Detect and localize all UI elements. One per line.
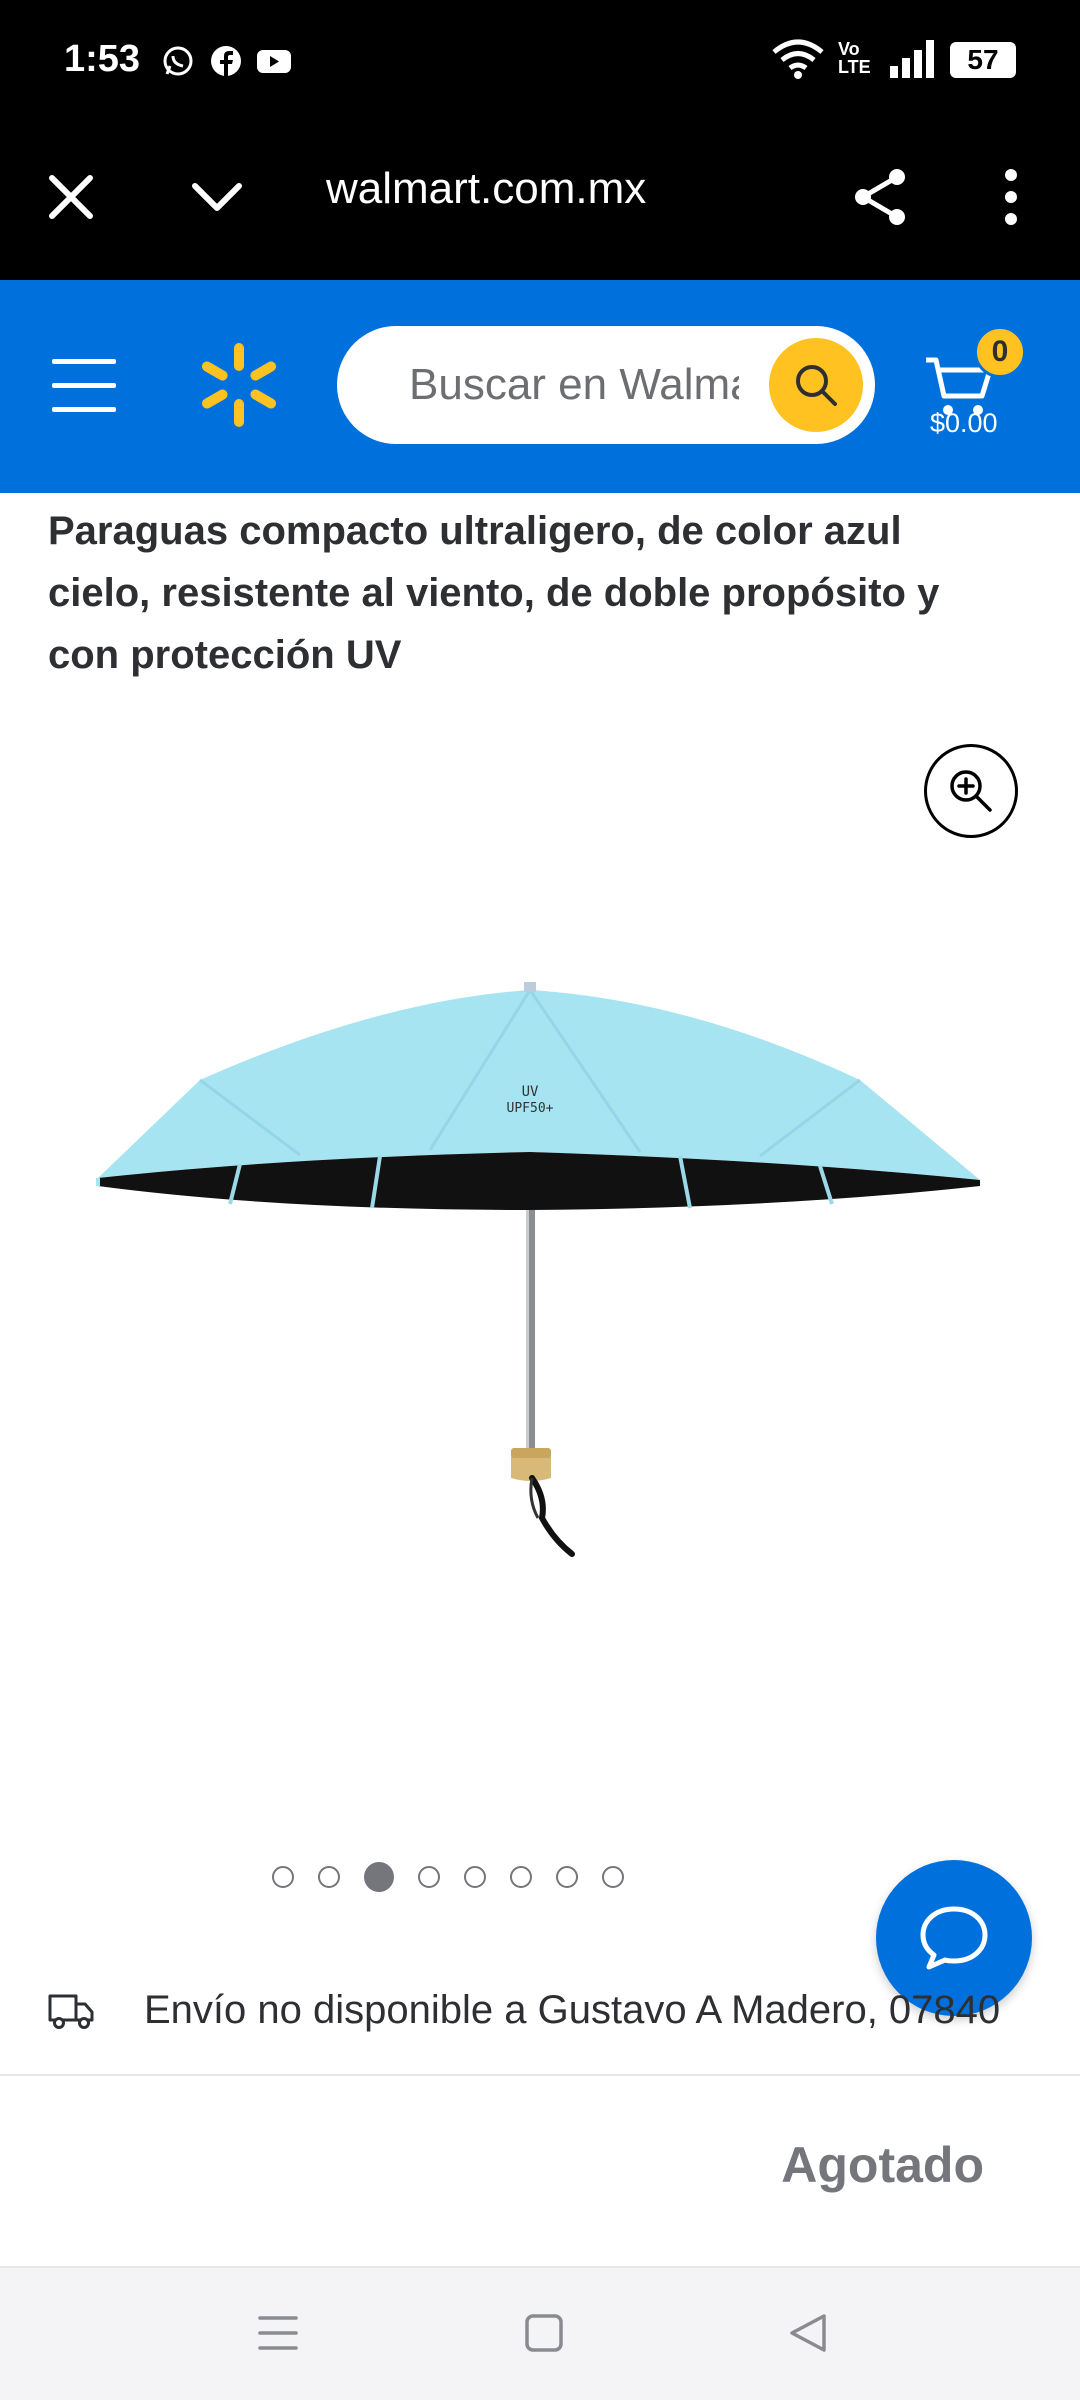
search-icon: [796, 365, 837, 406]
share-icon: [855, 169, 905, 225]
out-of-stock-label: Agotado: [781, 2137, 984, 2193]
walmart-header: Buscar en Walmart 0 $0.00: [0, 280, 1080, 493]
walmart-spark-logo[interactable]: [196, 342, 282, 428]
back-icon[interactable]: [780, 2308, 840, 2358]
cart-total: $0.00: [930, 408, 998, 438]
youtube-icon: [257, 50, 291, 73]
close-icon: [49, 175, 93, 219]
battery-icon: 57: [950, 42, 1016, 78]
carousel-dot[interactable]: [510, 1866, 532, 1888]
zoom-in-icon: [950, 770, 992, 812]
whatsapp-icon: [163, 46, 193, 76]
menu-icon[interactable]: [48, 355, 120, 415]
search-field[interactable]: Buscar en Walmart: [337, 326, 875, 444]
minimize-button[interactable]: [182, 162, 252, 232]
carousel-dot[interactable]: [556, 1866, 578, 1888]
more-options-button[interactable]: [976, 162, 1046, 232]
signal-icon: [890, 40, 934, 78]
product-image-umbrella[interactable]: UV UPF50+: [80, 960, 1000, 1640]
truck-icon: [48, 1994, 94, 2029]
share-button[interactable]: [846, 162, 916, 232]
browser-toolbar: walmart.com.mx: [0, 122, 1080, 280]
carousel-dot[interactable]: [318, 1866, 340, 1888]
search-input[interactable]: Buscar en Walmart: [409, 360, 739, 410]
svg-text:UPF50+: UPF50+: [507, 1101, 554, 1116]
search-button[interactable]: [769, 338, 863, 432]
umbrella-logo-text: UV: [522, 1084, 539, 1100]
recent-apps-icon[interactable]: [248, 2308, 308, 2358]
zoom-button[interactable]: [924, 744, 1018, 838]
close-tab-button[interactable]: [36, 162, 106, 232]
system-navigation-bar: [0, 2268, 1080, 2400]
image-carousel-indicator: [272, 1860, 648, 1894]
product-title: Paraguas compacto ultraligero, de color …: [48, 509, 940, 677]
carousel-dot[interactable]: [272, 1866, 294, 1888]
more-vert-icon: [1005, 169, 1017, 225]
wifi-icon: [772, 39, 824, 79]
status-time: 1:53: [64, 38, 141, 80]
chat-bubble-icon: [920, 1906, 988, 1970]
carousel-dot[interactable]: [602, 1866, 624, 1888]
cart-button[interactable]: 0 $0.00: [924, 326, 1044, 456]
shipping-text: Envío no disponible a Gustavo A Madero, …: [144, 1988, 1001, 2032]
home-icon[interactable]: [514, 2308, 574, 2358]
status-bar: 1:53 Vo LTE 57: [0, 0, 1080, 122]
carousel-dot[interactable]: [418, 1866, 440, 1888]
shipping-info: Envío no disponible a Gustavo A Madero, …: [48, 1988, 1080, 2032]
battery-level: 57: [967, 44, 999, 75]
cart-count-badge: 0: [974, 326, 1026, 378]
divider: [0, 2074, 1080, 2076]
chevron-down-icon: [192, 183, 242, 211]
facebook-icon: [211, 46, 241, 76]
volte-label: Vo LTE: [838, 39, 871, 77]
carousel-dot[interactable]: [464, 1866, 486, 1888]
url-bar[interactable]: walmart.com.mx: [326, 164, 726, 214]
carousel-dot-active[interactable]: [364, 1862, 394, 1892]
